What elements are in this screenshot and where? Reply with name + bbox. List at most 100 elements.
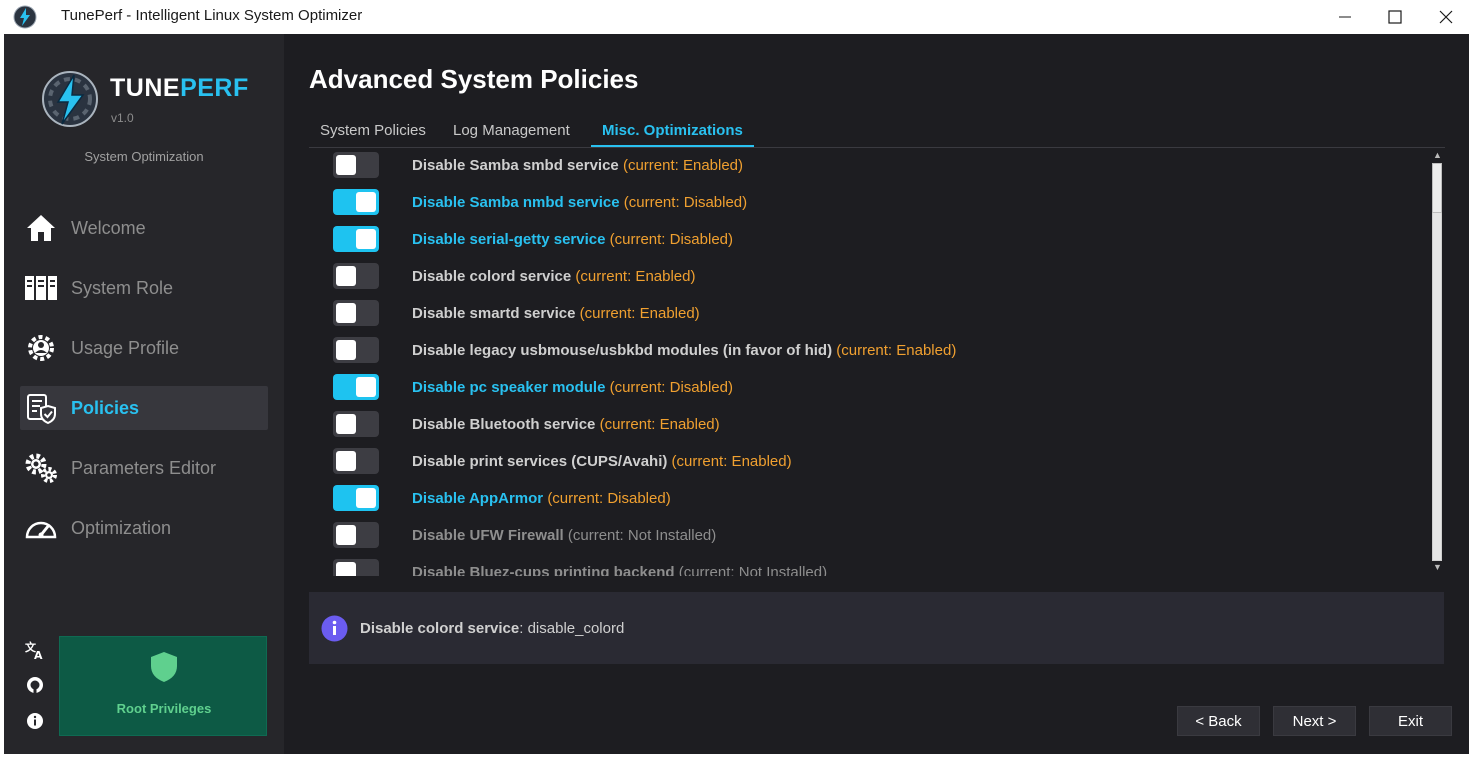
policy-name: Disable serial-getty service [412,231,606,248]
policy-name: Disable UFW Firewall [412,527,564,544]
policy-row: Disable Bluez-cups printing backend (cur… [309,557,1409,576]
policy-row: Disable Samba smbd service (current: Ena… [309,150,1409,187]
info-policy-key: disable_colord [523,620,625,637]
policy-name: Disable legacy usbmouse/usbkbd modules (… [412,342,833,359]
maximize-button[interactable] [1370,0,1420,34]
github-button[interactable] [22,672,48,698]
policy-label[interactable]: Disable serial-getty service (current: D… [412,231,733,248]
policy-toggle[interactable] [333,522,379,548]
scroll-down-icon[interactable]: ▼ [1433,563,1442,572]
translate-icon: 文 A [25,640,43,660]
policy-label[interactable]: Disable UFW Firewall (current: Not Insta… [412,527,716,544]
policy-name: Disable print services (CUPS/Avahi) [412,453,668,470]
back-button[interactable]: < Back [1177,706,1260,736]
policy-name: Disable Samba nmbd service [412,194,620,211]
toggle-knob [336,155,356,175]
policy-status: (current: Disabled) [547,490,671,507]
policy-status: (current: Disabled) [609,379,733,396]
policy-shield-icon [24,393,58,424]
minimize-button[interactable] [1320,0,1370,34]
policy-list: Disable Samba smbd service (current: Ena… [309,150,1427,576]
policy-toggle[interactable] [333,337,379,363]
policy-row: Disable pc speaker module (current: Disa… [309,372,1409,409]
policy-label[interactable]: Disable smartd service (current: Enabled… [412,305,700,322]
policy-toggle[interactable] [333,263,379,289]
policy-label[interactable]: Disable AppArmor (current: Disabled) [412,490,671,507]
policy-status: (current: Not Installed) [567,527,717,544]
minimize-icon [1339,16,1351,18]
shield-icon [151,652,177,682]
policy-toggle[interactable] [333,559,379,576]
toggle-knob [356,229,376,249]
policy-name: Disable Bluetooth service [412,416,596,433]
policy-toggle[interactable] [333,189,379,215]
root-privileges-status: Root Privileges [59,636,267,736]
sidebar-item-parameters-editor[interactable]: Parameters Editor [20,446,268,490]
exit-button[interactable]: Exit [1369,706,1452,736]
policy-row: Disable colord service (current: Enabled… [309,261,1409,298]
tab-misc-optimizations[interactable]: Misc. Optimizations [591,114,754,147]
info-icon [27,713,43,729]
policy-toggle[interactable] [333,374,379,400]
sidebar-item-optimization[interactable]: Optimization [20,506,268,550]
policy-label[interactable]: Disable Bluez-cups printing backend (cur… [412,564,827,576]
toggle-knob [336,562,356,576]
policy-status: (current: Disabled) [609,231,734,248]
policy-toggle[interactable] [333,152,379,178]
gears-icon [24,453,58,483]
policy-label[interactable]: Disable Samba smbd service (current: Ena… [412,157,743,174]
sidebar-item-usage-profile[interactable]: Usage Profile [20,326,268,370]
server-icon [24,273,58,303]
tab-system-policies[interactable]: System Policies [309,114,437,147]
brand-name-part2: PERF [180,74,249,102]
about-button[interactable] [22,708,48,734]
toggle-knob [356,488,376,508]
policy-status: (current: Enabled) [671,453,792,470]
policy-label[interactable]: Disable Samba nmbd service (current: Dis… [412,194,747,211]
sidebar-item-label: Welcome [71,217,146,238]
root-privileges-label: Root Privileges [116,701,212,716]
sidebar-item-system-role[interactable]: System Role [20,266,268,310]
policy-toggle[interactable] [333,226,379,252]
policy-row: Disable smartd service (current: Enabled… [309,298,1409,335]
close-button[interactable] [1421,0,1471,34]
scrollbar-thumb[interactable] [1432,163,1442,213]
scrollbar-track[interactable] [1432,163,1442,561]
sidebar-item-welcome[interactable]: Welcome [20,206,268,250]
policy-label[interactable]: Disable print services (CUPS/Avahi) (cur… [412,453,792,470]
policy-status: (current: Enabled) [575,268,696,285]
next-button[interactable]: Next > [1273,706,1356,736]
policy-label[interactable]: Disable colord service (current: Enabled… [412,268,695,285]
policy-label[interactable]: Disable legacy usbmouse/usbkbd modules (… [412,342,956,359]
sidebar-item-policies[interactable]: Policies [20,386,268,430]
info-text: Disable colord service: disable_colord [360,620,624,637]
gear-person-icon [24,333,58,363]
home-icon [24,213,58,243]
brand-subtitle: System Optimization [84,149,204,164]
policy-row: Disable UFW Firewall (current: Not Insta… [309,520,1409,557]
policy-label[interactable]: Disable pc speaker module (current: Disa… [412,379,733,396]
policy-label[interactable]: Disable Bluetooth service (current: Enab… [412,416,720,433]
gauge-icon [24,513,58,543]
tab-log-management[interactable]: Log Management [442,114,581,147]
policy-toggle[interactable] [333,485,379,511]
scroll-up-icon[interactable]: ▲ [1433,151,1442,160]
app-window: TUNEPERF v1.0 System Optimization Welcom… [4,34,1469,754]
policy-toggle[interactable] [333,448,379,474]
policy-status: (current: Enabled) [599,416,720,433]
maximize-icon [1388,10,1402,24]
app-logo-icon [13,5,37,29]
policy-toggle[interactable] [333,411,379,437]
version-label: v1.0 [111,111,134,125]
policy-row: Disable Samba nmbd service (current: Dis… [309,187,1409,224]
toggle-knob [336,303,356,323]
policy-toggle[interactable] [333,300,379,326]
brand-name: TUNEPERF [110,74,249,103]
policy-row: Disable AppArmor (current: Disabled) [309,483,1409,520]
info-circle-icon [321,615,348,642]
policy-row: Disable print services (CUPS/Avahi) (cur… [309,446,1409,483]
policy-list-scrollbar[interactable]: ▲ ▼ [1430,151,1444,575]
info-panel: Disable colord service: disable_colord [309,592,1444,664]
language-button[interactable]: 文 A [22,637,48,663]
close-icon [1439,10,1453,24]
